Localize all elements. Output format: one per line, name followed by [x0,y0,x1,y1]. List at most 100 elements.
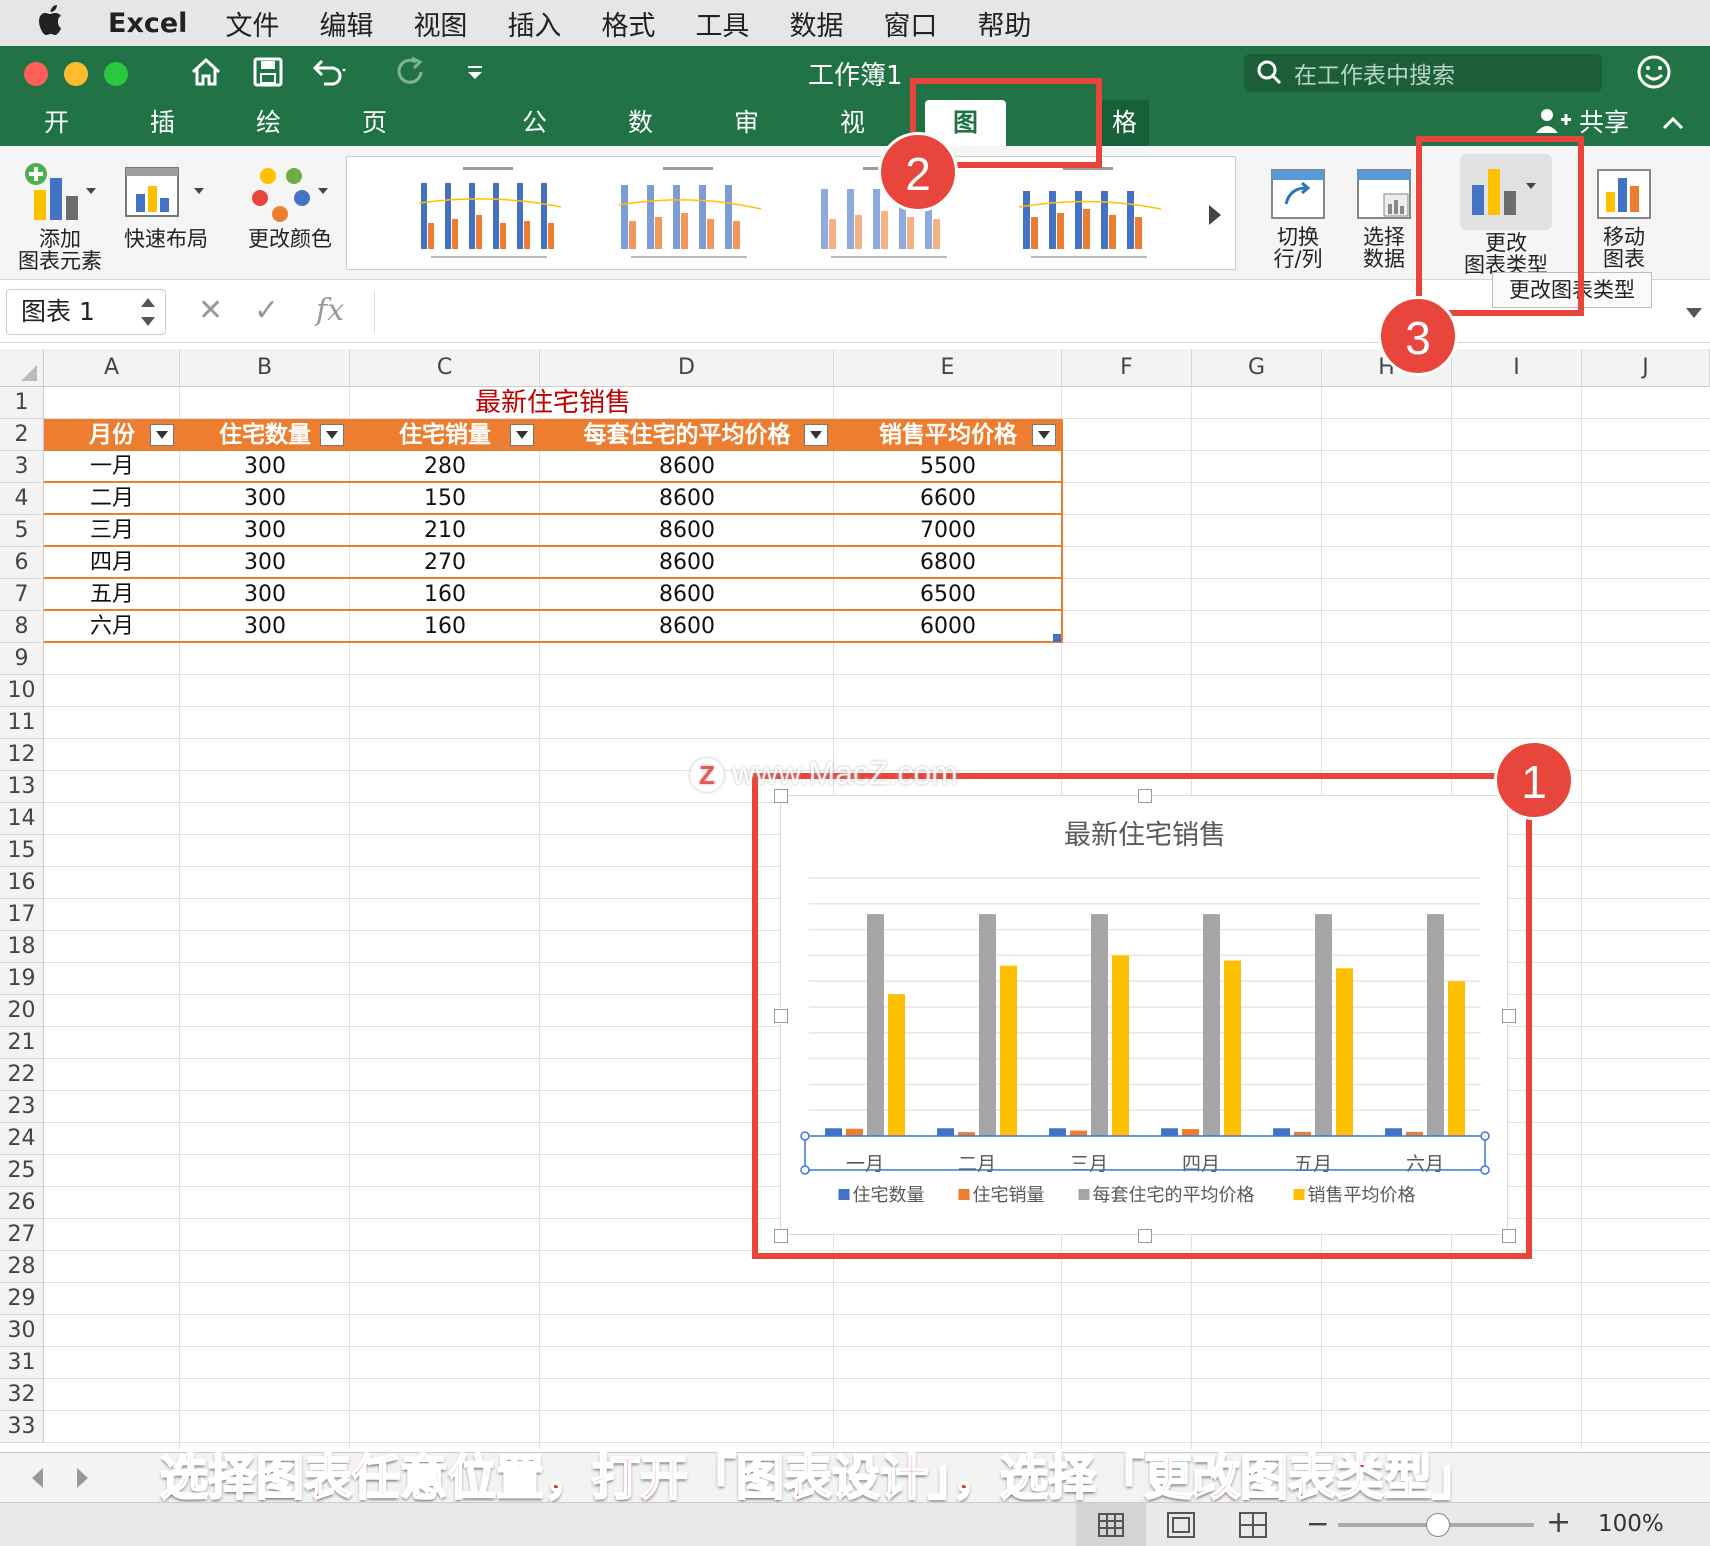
table-cell[interactable]: 8600 [540,483,834,515]
menu-tools[interactable]: 工具 [695,4,749,43]
filter-dropdown-icon[interactable] [804,424,828,446]
move-chart-button[interactable]: 移动 图表 [1596,168,1652,270]
row-header-10[interactable]: 10 [0,675,44,707]
table-cell[interactable]: 270 [350,547,540,579]
table-cell[interactable]: 8600 [540,547,834,579]
collapse-ribbon-icon[interactable] [1661,114,1685,132]
row-header-20[interactable]: 20 [0,995,44,1027]
table-header-cell[interactable]: 住宅销量 [350,419,540,451]
row-header-16[interactable]: 16 [0,867,44,899]
table-header-cell[interactable]: 销售平均价格 [834,419,1062,451]
tab-home[interactable]: 开始 [44,100,69,183]
smiley-feedback-icon[interactable] [1634,52,1674,92]
table-header-cell[interactable]: 月份 [44,419,180,451]
table-cell[interactable]: 二月 [44,483,180,515]
row-header-32[interactable]: 32 [0,1379,44,1411]
table-cell[interactable]: 6800 [834,547,1062,579]
row-header-18[interactable]: 18 [0,931,44,963]
undo-icon[interactable] [310,52,350,92]
menu-edit[interactable]: 编辑 [319,4,373,43]
table-cell[interactable]: 8600 [540,515,834,547]
row-header-31[interactable]: 31 [0,1347,44,1379]
table-cell[interactable]: 8600 [540,611,834,643]
row-header-13[interactable]: 13 [0,771,44,803]
table-cell[interactable]: 210 [350,515,540,547]
filter-dropdown-icon[interactable] [320,424,344,446]
row-header-26[interactable]: 26 [0,1187,44,1219]
customize-toolbar-icon[interactable] [455,52,495,92]
switch-row-column-button[interactable]: 切换 行/列 [1270,168,1326,270]
table-resize-handle-icon[interactable] [1053,634,1061,642]
table-cell[interactable]: 5500 [834,451,1062,483]
row-header-9[interactable]: 9 [0,643,44,675]
sheet-prev-icon[interactable] [28,1466,48,1490]
row-header-24[interactable]: 24 [0,1123,44,1155]
row-header-21[interactable]: 21 [0,1027,44,1059]
chart-styles-gallery[interactable] [346,156,1236,270]
chart-style-thumb-2[interactable] [601,163,777,263]
confirm-formula-icon[interactable]: ✓ [254,293,279,328]
column-header-j[interactable]: J [1582,349,1710,387]
table-cell[interactable]: 300 [180,547,350,579]
name-box-stepper-icon[interactable] [139,295,157,329]
table-header-cell[interactable]: 住宅数量 [180,419,350,451]
row-header-25[interactable]: 25 [0,1155,44,1187]
tab-insert[interactable]: 插入 [150,100,175,183]
zoom-slider-thumb[interactable] [1426,1513,1450,1537]
zoom-slider[interactable] [1338,1513,1534,1537]
row-header-23[interactable]: 23 [0,1091,44,1123]
row-header-3[interactable]: 3 [0,451,44,483]
table-cell[interactable]: 300 [180,451,350,483]
table-cell[interactable]: 8600 [540,451,834,483]
column-header-a[interactable]: A [44,349,180,387]
table-cell[interactable]: 四月 [44,547,180,579]
tab-chart-format[interactable]: 格式 [1100,100,1150,183]
add-chart-element-button[interactable]: 添加 图表元素 [18,160,102,272]
row-header-7[interactable]: 7 [0,579,44,611]
row-header-30[interactable]: 30 [0,1315,44,1347]
sheet-next-icon[interactable] [72,1466,92,1490]
fx-icon[interactable]: fx [316,293,344,328]
row-header-19[interactable]: 19 [0,963,44,995]
table-cell[interactable]: 150 [350,483,540,515]
menu-view[interactable]: 视图 [413,4,467,43]
menu-app-excel[interactable]: Excel [108,8,187,39]
tab-draw[interactable]: 绘图 [256,100,281,183]
column-header-c[interactable]: C [350,349,540,387]
row-header-28[interactable]: 28 [0,1251,44,1283]
table-cell[interactable]: 一月 [44,451,180,483]
zoom-window-button[interactable] [104,62,128,86]
row-header-2[interactable]: 2 [0,419,44,451]
row-header-5[interactable]: 5 [0,515,44,547]
filter-dropdown-icon[interactable] [1032,424,1056,446]
table-cell[interactable]: 160 [350,611,540,643]
column-header-d[interactable]: D [540,349,834,387]
select-data-button[interactable]: 选择 数据 [1356,168,1412,270]
select-all-corner[interactable] [0,349,44,387]
cancel-formula-icon[interactable]: ✕ [198,293,223,328]
tab-data[interactable]: 数据 [628,100,653,183]
page-break-view-icon[interactable] [1238,1511,1268,1543]
table-cell[interactable]: 6000 [834,611,1062,643]
column-header-e[interactable]: E [834,349,1062,387]
table-header-cell[interactable]: 每套住宅的平均价格 [540,419,834,451]
row-header-4[interactable]: 4 [0,483,44,515]
row-header-22[interactable]: 22 [0,1059,44,1091]
row-header-27[interactable]: 27 [0,1219,44,1251]
table-cell[interactable]: 280 [350,451,540,483]
column-header-i[interactable]: I [1452,349,1582,387]
menu-file[interactable]: 文件 [225,4,279,43]
column-header-b[interactable]: B [180,349,350,387]
save-icon[interactable] [248,52,288,92]
menu-insert[interactable]: 插入 [507,4,561,43]
row-header-29[interactable]: 29 [0,1283,44,1315]
column-header-f[interactable]: F [1062,349,1192,387]
table-cell[interactable]: 6500 [834,579,1062,611]
table-cell[interactable]: 300 [180,579,350,611]
close-window-button[interactable] [24,62,48,86]
table-cell[interactable]: 7000 [834,515,1062,547]
tab-review[interactable]: 审阅 [734,100,759,183]
table-cell[interactable]: 五月 [44,579,180,611]
filter-dropdown-icon[interactable] [510,424,534,446]
table-cell[interactable]: 300 [180,515,350,547]
